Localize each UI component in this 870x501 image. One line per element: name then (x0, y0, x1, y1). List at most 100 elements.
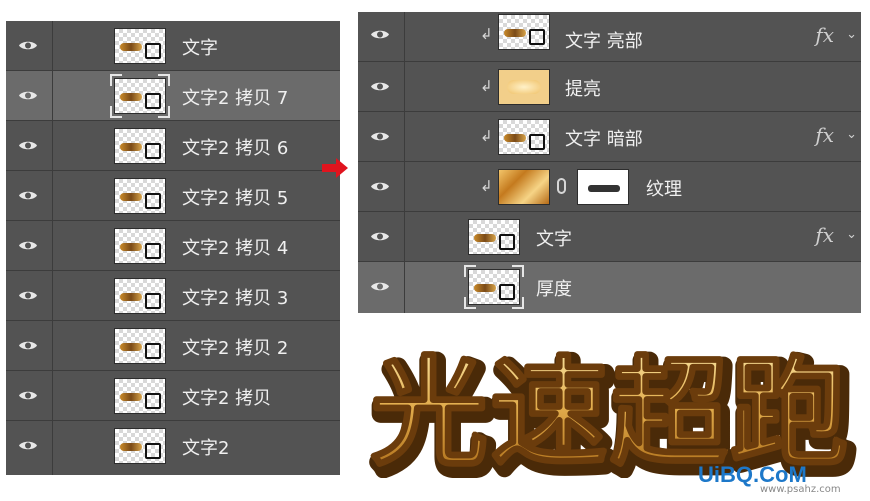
layer-row[interactable]: 文字 fx ⌄ (358, 212, 861, 262)
title-artwork-text: 光速超跑 (370, 344, 850, 478)
layer-thumbnail[interactable] (498, 119, 550, 155)
layer-thumbnail[interactable] (498, 69, 550, 105)
visibility-toggle[interactable] (358, 212, 405, 261)
smart-object-icon (145, 43, 161, 59)
layer-name[interactable]: 厚度 (536, 275, 572, 301)
eye-icon[interactable] (18, 389, 38, 402)
layer-thumbnail[interactable] (114, 278, 166, 314)
layer-name[interactable]: 文字2 拷贝 5 (182, 184, 288, 210)
layer-name[interactable]: 文字 (182, 34, 218, 60)
fx-icon[interactable]: fx (815, 223, 834, 247)
layer-mask-thumbnail[interactable] (577, 169, 629, 205)
eye-icon[interactable] (370, 230, 390, 243)
smart-object-icon (145, 443, 161, 459)
thumbnail-art (120, 193, 142, 201)
visibility-toggle[interactable] (6, 121, 53, 170)
chevron-down-icon[interactable]: ⌄ (846, 27, 857, 42)
clipping-arrow-icon: ↲ (480, 177, 493, 195)
layer-row[interactable]: 文字2 拷贝 5 (6, 171, 340, 221)
eye-icon[interactable] (18, 189, 38, 202)
layer-thumbnail[interactable] (114, 28, 166, 64)
eye-icon[interactable] (370, 280, 390, 293)
layer-row-selected[interactable]: 厚度 (358, 262, 861, 313)
chevron-down-icon[interactable]: ⌄ (846, 227, 857, 242)
visibility-toggle[interactable] (358, 62, 405, 111)
layer-name[interactable]: 文字2 拷贝 3 (182, 284, 288, 310)
visibility-toggle[interactable] (358, 262, 405, 313)
title-artwork: 光速超跑 光速超跑 (367, 343, 859, 479)
smart-object-icon (145, 293, 161, 309)
layer-name[interactable]: 文字2 拷贝 2 (182, 334, 288, 360)
layer-row[interactable]: 文字2 (6, 421, 340, 475)
visibility-toggle[interactable] (6, 171, 53, 220)
visibility-toggle[interactable] (6, 321, 53, 370)
chain-link-icon[interactable] (557, 178, 566, 194)
fx-icon[interactable]: fx (815, 23, 834, 47)
smart-object-icon (145, 343, 161, 359)
layers-panel-right: ↲ 文字 亮部 fx ⌄ ↲ 提亮 ↲ 文字 暗部 fx ⌄ ↲ 纹理 文字 f… (358, 12, 861, 313)
layer-thumbnail[interactable] (498, 14, 550, 50)
layer-name[interactable]: 文字2 拷贝 4 (182, 234, 288, 260)
layer-name[interactable]: 文字2 拷贝 6 (182, 134, 288, 160)
fx-icon[interactable]: fx (815, 123, 834, 147)
eye-icon[interactable] (18, 439, 38, 452)
smart-object-icon (529, 134, 545, 150)
layer-thumbnail[interactable] (468, 269, 520, 305)
eye-icon[interactable] (18, 339, 38, 352)
eye-icon[interactable] (18, 139, 38, 152)
eye-icon[interactable] (18, 289, 38, 302)
layer-name[interactable]: 文字2 (182, 434, 229, 460)
thumbnail-art (504, 134, 526, 142)
visibility-toggle[interactable] (6, 271, 53, 320)
layer-name[interactable]: 文字 亮部 (565, 27, 643, 53)
layer-name[interactable]: 文字 暗部 (565, 125, 643, 151)
visibility-toggle[interactable] (6, 221, 53, 270)
eye-icon[interactable] (18, 39, 38, 52)
layer-row[interactable]: 文字2 拷贝 (6, 371, 340, 421)
thumbnail-art (120, 93, 142, 101)
layer-name[interactable]: 纹理 (646, 175, 682, 201)
visibility-toggle[interactable] (6, 371, 53, 420)
layer-thumbnail[interactable] (114, 228, 166, 264)
visibility-toggle[interactable] (358, 162, 405, 211)
thumbnail-art (120, 243, 142, 251)
layer-row[interactable]: 文字2 拷贝 6 (6, 121, 340, 171)
smart-object-icon (529, 29, 545, 45)
mask-art (588, 185, 620, 192)
layer-row[interactable]: 文字2 拷贝 2 (6, 321, 340, 371)
visibility-toggle[interactable] (6, 71, 53, 120)
eye-icon[interactable] (18, 239, 38, 252)
layer-thumbnail[interactable] (114, 378, 166, 414)
visibility-toggle[interactable] (6, 421, 53, 475)
chevron-down-icon[interactable]: ⌄ (846, 127, 857, 142)
eye-icon[interactable] (18, 89, 38, 102)
thumbnail-art (474, 234, 496, 242)
layer-row-selected[interactable]: 文字2 拷贝 7 (6, 71, 340, 121)
eye-icon[interactable] (370, 80, 390, 93)
layer-row[interactable]: ↲ 纹理 (358, 162, 861, 212)
layer-thumbnail[interactable] (498, 169, 550, 205)
eye-icon[interactable] (370, 28, 390, 41)
smart-object-icon (145, 393, 161, 409)
layer-thumbnail[interactable] (114, 128, 166, 164)
layer-row[interactable]: ↲ 文字 暗部 fx ⌄ (358, 112, 861, 162)
visibility-toggle[interactable] (6, 21, 53, 70)
eye-icon[interactable] (370, 130, 390, 143)
layer-thumbnail[interactable] (468, 219, 520, 255)
layer-name[interactable]: 文字2 拷贝 (182, 384, 271, 410)
layer-row[interactable]: ↲ 文字 亮部 fx ⌄ (358, 12, 861, 62)
layer-row[interactable]: 文字2 拷贝 4 (6, 221, 340, 271)
visibility-toggle[interactable] (358, 112, 405, 161)
layer-thumbnail[interactable] (114, 78, 166, 114)
eye-icon[interactable] (370, 180, 390, 193)
visibility-toggle[interactable] (358, 12, 405, 61)
layer-thumbnail[interactable] (114, 328, 166, 364)
layer-thumbnail[interactable] (114, 428, 166, 464)
layer-name[interactable]: 文字 (536, 225, 572, 251)
layer-thumbnail[interactable] (114, 178, 166, 214)
layer-row[interactable]: 文字2 拷贝 3 (6, 271, 340, 321)
layer-row[interactable]: ↲ 提亮 (358, 62, 861, 112)
layer-row[interactable]: 文字 (6, 21, 340, 71)
layer-name[interactable]: 文字2 拷贝 7 (182, 84, 288, 110)
layer-name[interactable]: 提亮 (565, 75, 601, 101)
